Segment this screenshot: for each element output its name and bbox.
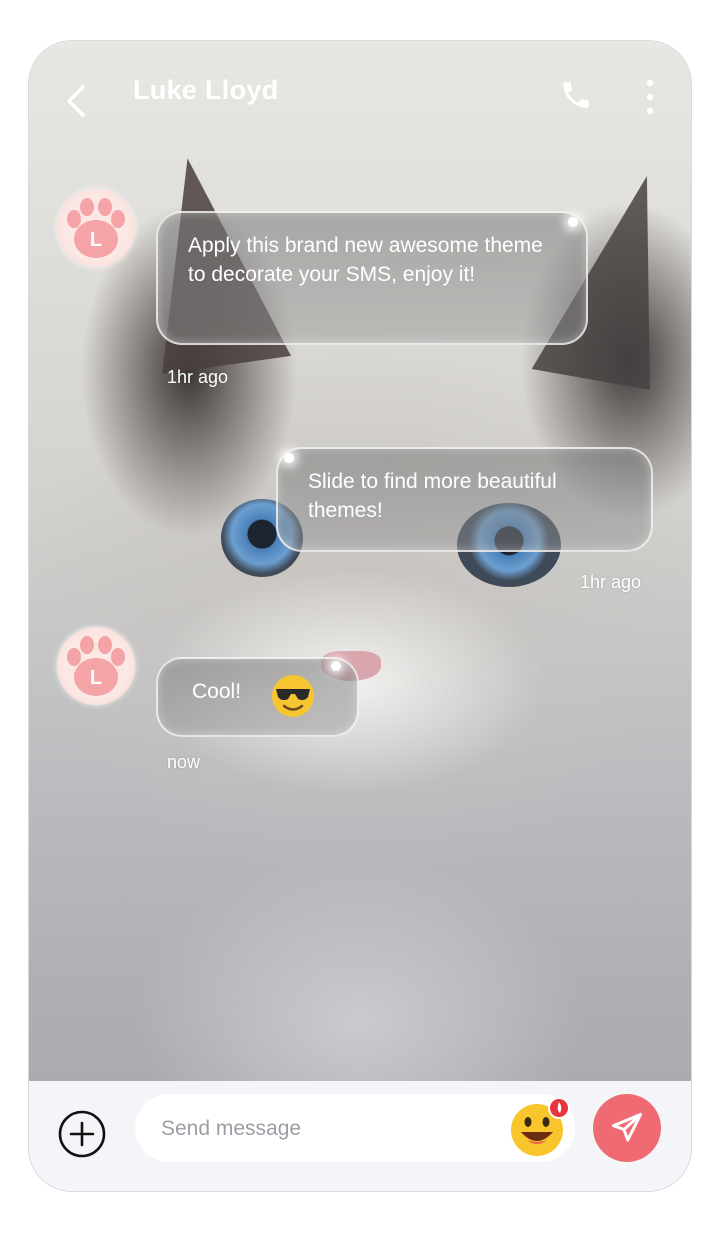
message-text: Apply this brand new awesome theme to de… — [188, 234, 543, 286]
message-bubble-outgoing[interactable]: Slide to find more beautiful themes! — [276, 447, 653, 552]
contact-name: Luke Lloyd — [133, 75, 279, 105]
phone-screen: Luke Lloyd L Apply this brand new awesom… — [28, 40, 692, 1192]
message-bubble-incoming[interactable]: Cool! — [156, 657, 359, 737]
phone-icon[interactable] — [559, 77, 593, 113]
svg-text:L: L — [90, 667, 102, 689]
plus-circle-icon[interactable] — [57, 1109, 107, 1159]
message-text: Cool! — [192, 680, 242, 703]
message-composer — [29, 1081, 691, 1191]
message-input-wrapper — [135, 1094, 575, 1162]
message-timestamp: 1hr ago — [167, 367, 229, 387]
message-text: Slide to find more beautiful themes! — [308, 470, 557, 522]
message-bubble-incoming[interactable]: Apply this brand new awesome theme to de… — [156, 211, 588, 345]
message-input[interactable] — [159, 1108, 463, 1150]
vertical-dots-icon[interactable] — [641, 77, 659, 117]
paper-plane-icon — [612, 1113, 642, 1142]
message-timestamp: 1hr ago — [580, 572, 642, 592]
svg-text:L: L — [90, 229, 102, 251]
send-button[interactable] — [593, 1094, 661, 1162]
laughing-emoji-icon[interactable] — [509, 1097, 570, 1158]
back-icon[interactable] — [57, 81, 97, 121]
contact-avatar[interactable]: L — [57, 189, 135, 267]
sunglasses-emoji-icon — [270, 673, 316, 727]
message-timestamp: now — [167, 752, 201, 772]
contact-avatar[interactable]: L — [57, 627, 135, 705]
